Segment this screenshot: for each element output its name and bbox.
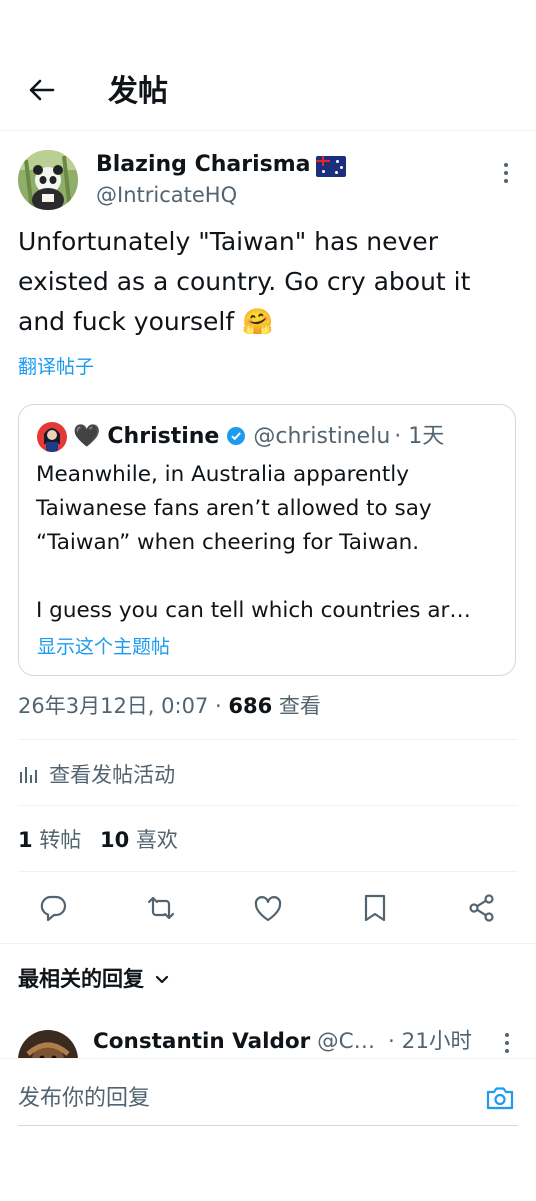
more-button[interactable] — [494, 158, 518, 188]
likes-count: 10 — [100, 828, 130, 852]
reply-button[interactable] — [38, 893, 68, 923]
camera-button[interactable] — [484, 1083, 516, 1113]
hugging-emoji: 🤗 — [242, 307, 274, 336]
post-text: Unfortunately "Taiwan" has never existed… — [18, 222, 518, 342]
more-icon — [505, 1033, 509, 1053]
quote-text-line: Meanwhile, in Australia apparently — [36, 462, 409, 487]
likes-stat[interactable]: 10 喜欢 — [100, 828, 178, 852]
quote-author-name: Christine — [107, 424, 220, 449]
au-flag-icon — [316, 156, 347, 177]
back-button[interactable] — [24, 72, 60, 108]
reply-author-handle: @C… — [317, 1029, 376, 1054]
author-avatar[interactable] — [18, 150, 78, 210]
author-name-row[interactable]: Blazing Charisma — [96, 150, 347, 180]
translate-link[interactable]: 翻译帖子 — [18, 353, 94, 381]
views-label: 查看 — [278, 694, 321, 718]
composer-underline — [18, 1125, 518, 1126]
reply-input[interactable]: 发布你的回复 — [18, 1082, 458, 1116]
quote-text-line: “Taiwan” when cheering for Taiwan. — [36, 530, 420, 555]
divider — [18, 871, 518, 872]
author-name: Blazing Charisma — [96, 152, 311, 177]
meta-dot: · — [215, 694, 222, 718]
reply-icon — [40, 895, 67, 922]
bookmark-icon — [364, 894, 386, 922]
repost-icon — [147, 896, 175, 920]
quote-author-handle: @christinelu — [253, 424, 391, 449]
verified-icon — [226, 426, 246, 446]
post-meta-row: 26年3月12日, 0:07 · 686 查看 — [18, 690, 321, 722]
quote-time: · 1天 — [394, 424, 445, 449]
divider — [18, 739, 518, 740]
back-arrow-icon — [29, 79, 55, 101]
chart-icon — [18, 763, 40, 785]
reply-composer — [0, 1058, 536, 1201]
reply-author-row[interactable]: Constantin Valdor @C… · 21小时 — [93, 1026, 472, 1058]
engagement-counts: 1 转帖 10 喜欢 — [18, 823, 178, 857]
post-activity-link[interactable]: 查看发帖活动 — [18, 758, 175, 792]
show-thread-link[interactable]: 显示这个主题帖 — [37, 634, 170, 660]
reply-time: · 21小时 — [388, 1029, 473, 1054]
quote-avatar-emoji: 🖤 — [73, 424, 101, 449]
camera-icon — [486, 1087, 514, 1110]
reposts-stat[interactable]: 1 转帖 — [18, 828, 81, 852]
divider — [0, 943, 536, 944]
chevron-down-icon — [153, 970, 171, 988]
replies-sort-button[interactable]: 最相关的回复 — [18, 962, 171, 996]
quote-author-row[interactable]: 🖤 Christine @christinelu · 1天 — [73, 422, 444, 452]
post-text-line: Unfortunately "Taiwan" has never — [18, 227, 438, 256]
divider — [18, 805, 518, 806]
post-text-line: and fuck yourself — [18, 307, 235, 336]
post-timestamp[interactable]: 26年3月12日, 0:07 — [18, 694, 208, 718]
page-title: 发帖 — [108, 74, 168, 109]
reply-more-button[interactable] — [496, 1030, 518, 1056]
header-divider — [0, 130, 536, 131]
like-icon — [254, 896, 282, 922]
replies-sort-label: 最相关的回复 — [18, 967, 144, 991]
views-count: 686 — [228, 694, 273, 718]
post-activity-label: 查看发帖活动 — [49, 763, 176, 787]
post-text-line: existed as a country. Go cry about it — [18, 267, 471, 296]
share-icon — [469, 894, 494, 922]
author-handle[interactable]: @IntricateHQ — [96, 181, 237, 209]
reply-author-name: Constantin Valdor — [93, 1029, 311, 1054]
quote-text-line: Taiwanese fans aren’t allowed to say — [36, 496, 432, 521]
repost-button[interactable] — [145, 893, 177, 923]
reposts-label: 转帖 — [39, 828, 82, 852]
bookmark-button[interactable] — [361, 893, 389, 923]
likes-label: 喜欢 — [135, 828, 178, 852]
quote-text-truncated: I guess you can tell which countries ar… — [36, 598, 471, 623]
like-button[interactable] — [253, 894, 283, 924]
more-icon — [504, 163, 508, 183]
reposts-count: 1 — [18, 828, 33, 852]
quote-avatar[interactable] — [37, 422, 67, 452]
quote-text: Meanwhile, in Australia apparently Taiwa… — [36, 458, 506, 628]
share-button[interactable] — [467, 893, 497, 923]
